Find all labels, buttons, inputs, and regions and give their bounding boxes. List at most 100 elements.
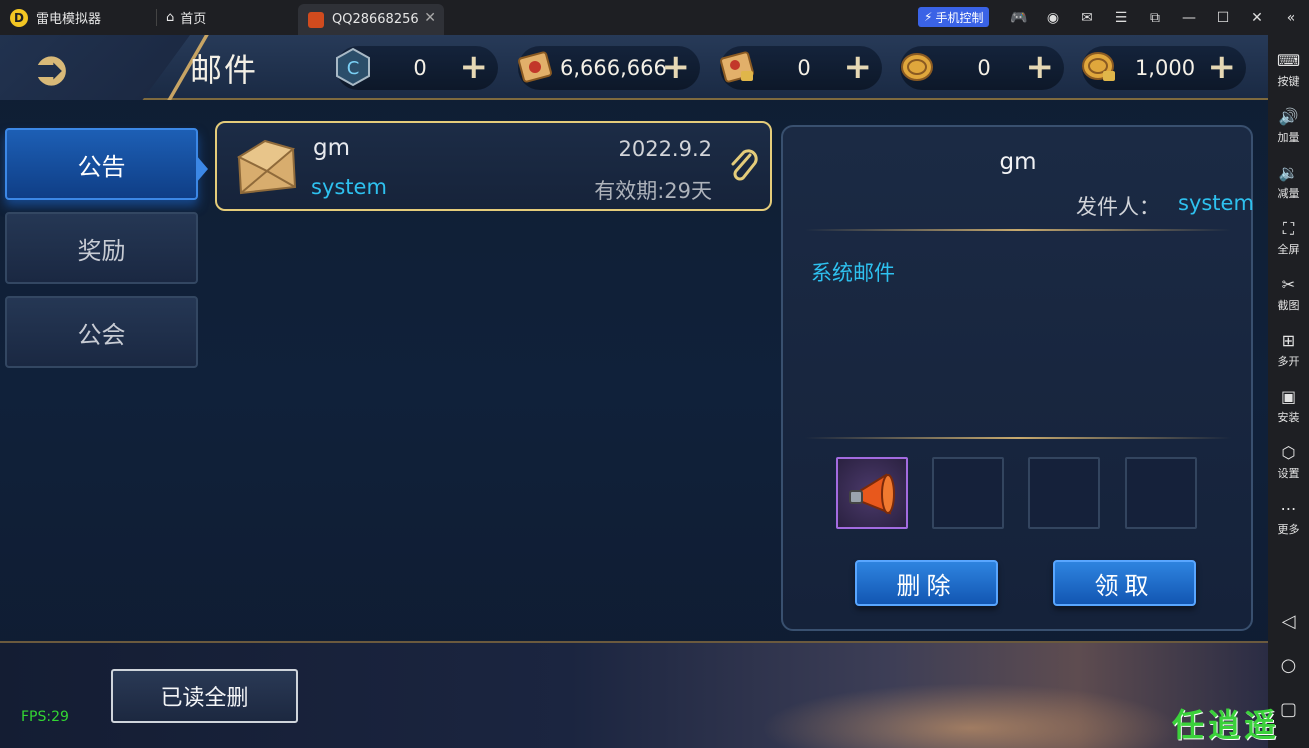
resource-value: 1,000 (1134, 56, 1196, 80)
attachment-clip-icon (731, 149, 758, 181)
locked-coin-icon (1076, 44, 1122, 90)
fullscreen-icon: ⛶ (1282, 219, 1295, 238)
attachment-slot[interactable] (1028, 457, 1100, 529)
divider (805, 229, 1231, 231)
sender-value: system (1178, 191, 1254, 215)
add-resource-button[interactable]: + (844, 50, 873, 84)
close-icon[interactable]: ✕ (1240, 10, 1274, 26)
home-tab[interactable]: ⌂ 首页 (166, 0, 206, 35)
delete-button[interactable]: 删除 (855, 560, 998, 606)
mail-expiry: 有效期:29天 (594, 179, 712, 203)
sidebar-item-label: 加量 (1277, 131, 1300, 144)
tab-reward[interactable]: 奖励 (5, 212, 198, 284)
envelope-icon (236, 139, 297, 195)
resource-crest: C 0 + (336, 46, 498, 90)
add-resource-button[interactable]: + (1026, 50, 1055, 84)
game-tab[interactable]: QQ28668256 ✕ (298, 4, 444, 35)
watermark: 任逍遥 (1172, 706, 1281, 744)
android-home-icon[interactable]: ○ (1268, 655, 1309, 676)
resource-value: 0 (977, 56, 991, 80)
add-resource-button[interactable]: + (1208, 50, 1237, 84)
sidebar-item-keyboard[interactable]: ⌨ 按键 (1268, 51, 1309, 89)
crest-icon: C (330, 44, 376, 90)
sidebar-item-screenshot[interactable]: ✂ 截图 (1268, 275, 1309, 313)
resource-coin: 0 + (900, 46, 1064, 90)
detail-body: 系统邮件 (811, 261, 895, 285)
sender-label: 发件人： (1076, 195, 1160, 219)
tab-announcement[interactable]: 公告 (5, 128, 198, 200)
resource-value: 0 (413, 56, 427, 80)
sidebar-item-install[interactable]: ▣ 安装 (1268, 387, 1309, 425)
delete-all-read-button[interactable]: 已读全删 (111, 669, 298, 723)
sidebar-item-label: 更多 (1277, 523, 1300, 536)
sidebar-item-volume-down[interactable]: 🔉 减量 (1268, 163, 1309, 201)
gamepad-icon[interactable]: 🎮 (1002, 10, 1036, 26)
add-resource-button[interactable]: + (662, 50, 691, 84)
sidebar-item-fullscreen[interactable]: ⛶ 全屏 (1268, 219, 1309, 257)
app-title: D 雷电模拟器 (10, 0, 101, 35)
active-tab-pointer (196, 155, 208, 183)
sidebar-item-settings[interactable]: ⬡ 设置 (1268, 443, 1309, 481)
mail-icon[interactable]: ✉ (1070, 10, 1104, 26)
sidebar-item-label: 减量 (1277, 187, 1300, 200)
top-bar: ➲ 邮件 C 0 + 6,666,666 + 0 + 0 + 1,000 + (0, 35, 1268, 100)
resource-locked-coin: 1,000 + (1082, 46, 1246, 90)
scissors-icon: ✂ (1281, 275, 1296, 294)
background-glow (760, 683, 1180, 748)
sidebar-item-multi[interactable]: ⊞ 多开 (1268, 331, 1309, 369)
resource-value: 6,666,666 (560, 56, 667, 80)
collapse-sidebar-icon[interactable]: « (1274, 10, 1308, 26)
mail-detail-panel: gm 发件人： system 系统邮件 删除 领取 (781, 125, 1254, 631)
home-tab-label: 首页 (180, 12, 207, 27)
add-resource-button[interactable]: + (460, 50, 489, 84)
mail-title: gm (313, 135, 351, 161)
emulator-titlebar: D 雷电模拟器 ⌂ 首页 QQ28668256 ✕ ⚡ 手机控制 🎮 ◉ ✉ ☰… (0, 0, 1309, 35)
sidebar-item-more[interactable]: ⋯ 更多 (1268, 499, 1309, 537)
multi-instance-icon: ⊞ (1281, 331, 1296, 350)
sidebar-item-label: 全屏 (1277, 243, 1300, 256)
sidebar-item-label: 安装 (1277, 411, 1300, 424)
settings-icon: ⬡ (1281, 443, 1296, 462)
attachment-slot[interactable] (1125, 457, 1197, 529)
game-screen: ➲ 邮件 C 0 + 6,666,666 + 0 + 0 + 1,000 + 公… (0, 35, 1268, 748)
back-arrow-icon: ➲ (32, 41, 71, 95)
locked-scroll-icon (714, 44, 760, 90)
account-icon[interactable]: ◉ (1036, 10, 1070, 26)
attachment-slot[interactable] (836, 457, 908, 529)
resource-locked-scroll: 0 + (720, 46, 882, 90)
volume-down-icon: 🔉 (1278, 163, 1299, 182)
resource-value: 0 (797, 56, 811, 80)
resource-scroll: 6,666,666 + (518, 46, 700, 90)
close-tab-icon[interactable]: ✕ (424, 10, 436, 26)
detail-title: gm (999, 149, 1037, 175)
scroll-icon (512, 44, 558, 90)
sidebar-item-volume-up[interactable]: 🔊 加量 (1268, 107, 1309, 145)
mail-list-item[interactable]: gm system 2022.9.2 有效期:29天 (215, 121, 772, 211)
lightning-icon: ⚡ (924, 10, 933, 24)
mail-date: 2022.9.2 (618, 137, 712, 161)
maximize-icon[interactable]: ☐ (1206, 10, 1240, 26)
game-tab-label: QQ28668256 (332, 12, 419, 27)
phone-control-button[interactable]: ⚡ 手机控制 (918, 7, 990, 27)
home-icon: ⌂ (166, 10, 175, 25)
horn-item-icon (849, 473, 895, 515)
minimize-icon[interactable]: — (1172, 10, 1206, 26)
apk-icon: ▣ (1280, 387, 1297, 406)
fps-counter: FPS:29 (21, 709, 69, 725)
app-name: 雷电模拟器 (36, 12, 102, 27)
app-logo-icon: D (10, 8, 28, 27)
mail-sender: system (311, 175, 387, 199)
android-back-icon[interactable]: ◁ (1268, 611, 1309, 632)
claim-button[interactable]: 领取 (1053, 560, 1196, 606)
volume-up-icon: 🔊 (1278, 107, 1299, 126)
tab-guild[interactable]: 公会 (5, 296, 198, 368)
menu-icon[interactable]: ☰ (1104, 10, 1138, 26)
window-controls: 🎮 ◉ ✉ ☰ ⧉ — ☐ ✕ « (1002, 0, 1308, 35)
bottom-bar: 已读全删 FPS:29 (0, 641, 1268, 748)
sidebar-item-label: 截图 (1277, 299, 1300, 312)
restore-icon[interactable]: ⧉ (1138, 10, 1172, 26)
sidebar-item-label: 按键 (1277, 75, 1300, 88)
attachment-slot[interactable] (932, 457, 1004, 529)
sidebar-item-label: 多开 (1277, 355, 1300, 368)
more-icon: ⋯ (1280, 499, 1297, 518)
